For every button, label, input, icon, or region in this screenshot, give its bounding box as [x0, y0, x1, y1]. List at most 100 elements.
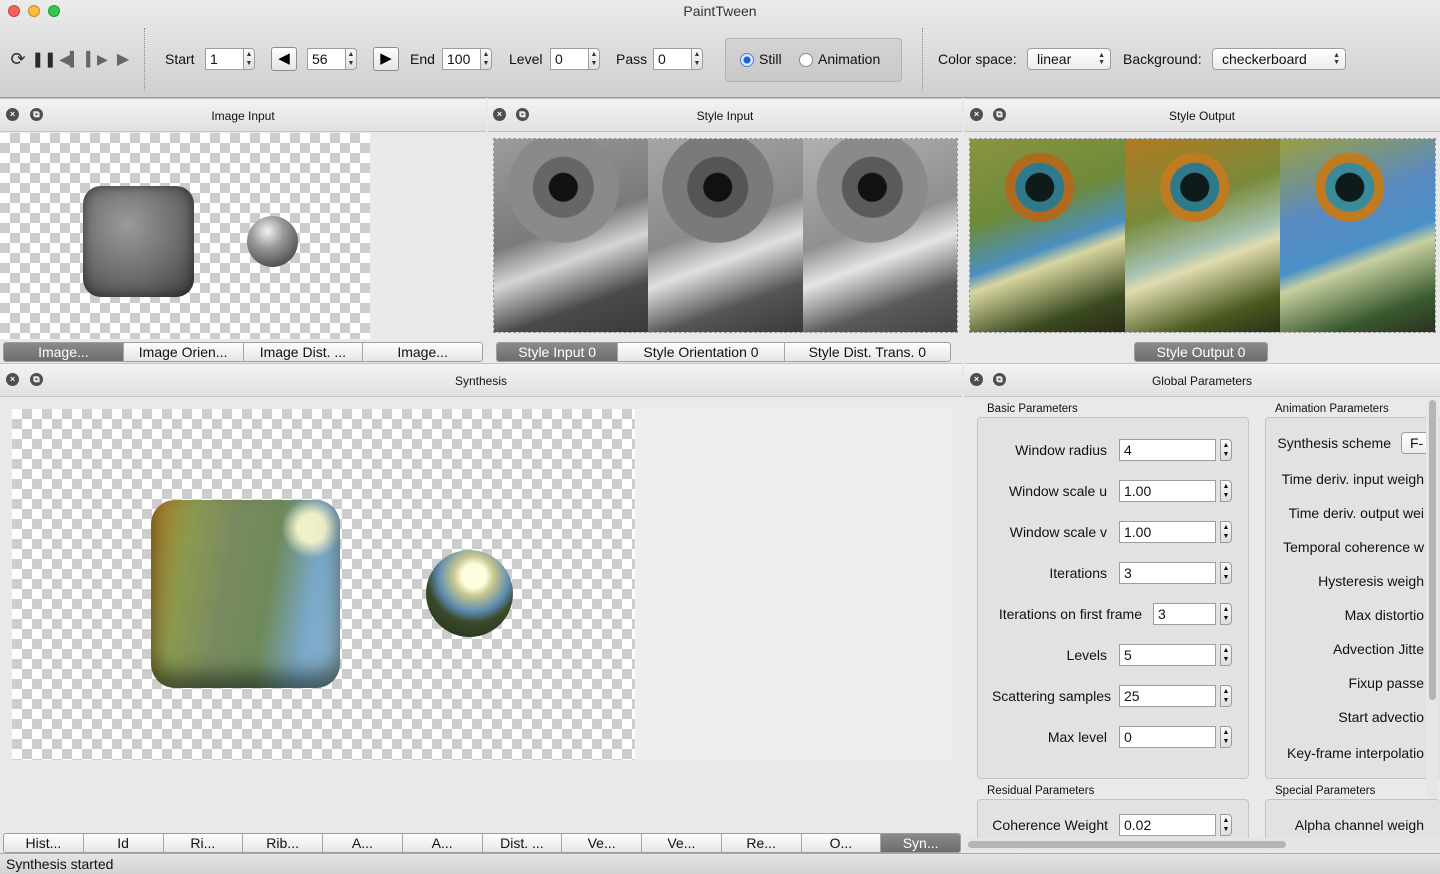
- tab-style-distance[interactable]: Style Dist. Trans. 0: [785, 343, 950, 361]
- synthesis-scheme-value: F-: [1410, 435, 1424, 451]
- tab-id[interactable]: Id: [84, 834, 164, 852]
- panel-title: Style Output: [1168, 109, 1236, 123]
- level-field[interactable]: 0: [550, 48, 588, 70]
- window-scale-u-field[interactable]: 1.00: [1119, 480, 1216, 502]
- previous-frame-button[interactable]: ◀: [271, 47, 297, 71]
- tab-ri[interactable]: Ri...: [164, 834, 244, 852]
- stepper-arrows-icon[interactable]: ▲ ▼: [480, 48, 492, 70]
- stepper-arrows-icon[interactable]: ▲ ▼: [588, 48, 600, 70]
- window-scale-u-label: Window scale u: [1008, 483, 1107, 499]
- style-color-image: [1125, 139, 1280, 332]
- style-input-tabs: Style Input 0 Style Orientation 0 Style …: [496, 342, 951, 362]
- start-label: Start: [165, 51, 195, 67]
- stepper-arrows-icon[interactable]: ▲ ▼: [1220, 814, 1232, 836]
- vertical-scrollbar-thumb[interactable]: [1429, 400, 1436, 700]
- vertical-scrollbar[interactable]: [1426, 398, 1438, 843]
- status-bar: Synthesis started: [0, 853, 1440, 874]
- basic-parameters-title: Basic Parameters: [987, 403, 1078, 415]
- refresh-icon[interactable]: ⟳: [7, 48, 29, 70]
- tab-style-output[interactable]: Style Output 0: [1135, 343, 1267, 361]
- horizontal-scrollbar-thumb[interactable]: [968, 841, 1286, 848]
- step-back-icon[interactable]: ◀▍: [59, 48, 81, 70]
- tab-a2[interactable]: A...: [403, 834, 483, 852]
- max-level-field[interactable]: 0: [1119, 726, 1216, 748]
- color-space-value: linear: [1037, 51, 1072, 67]
- still-radio[interactable]: [740, 53, 754, 67]
- window-toolbar: PaintTween ⟳ ❚❚ ◀▍ ▍▶ ▶ Start 1 ▲ ▼ ◀ 56 …: [0, 0, 1440, 98]
- end-stepper[interactable]: 100 ▲ ▼: [442, 48, 492, 70]
- tab-image-distance[interactable]: Image Dist. ...: [244, 343, 364, 361]
- level-stepper[interactable]: 0 ▲ ▼: [550, 48, 600, 70]
- iterations-first-frame-field[interactable]: 3: [1153, 603, 1216, 625]
- coherence-weight-field[interactable]: 0.02: [1119, 814, 1216, 836]
- color-space-select[interactable]: linear ▲ ▼: [1027, 48, 1111, 70]
- tab-re[interactable]: Re...: [722, 834, 802, 852]
- iterations-field[interactable]: 3: [1119, 562, 1216, 584]
- window-radius-field[interactable]: 4: [1119, 439, 1216, 461]
- image-input-tabs: Image... Image Orien... Image Dist. ... …: [3, 342, 483, 362]
- animation-radio[interactable]: [799, 53, 813, 67]
- stepper-arrows-icon[interactable]: ▲ ▼: [1220, 439, 1232, 461]
- keyframe-interpolation-label: Key-frame interpolatio: [1287, 745, 1424, 761]
- next-frame-button[interactable]: ▶: [373, 47, 399, 71]
- background-select[interactable]: checkerboard ▲ ▼: [1212, 48, 1346, 70]
- toolbar-separator: [144, 28, 145, 90]
- stepper-arrows-icon[interactable]: ▲ ▼: [345, 48, 357, 70]
- tab-rib[interactable]: Rib...: [243, 834, 323, 852]
- tab-style-input[interactable]: Style Input 0: [497, 343, 619, 361]
- horizontal-scrollbar[interactable]: [964, 838, 1440, 851]
- pass-field[interactable]: 0: [653, 48, 691, 70]
- synthesis-viewport[interactable]: [12, 409, 952, 760]
- stepper-arrows-icon[interactable]: ▲ ▼: [243, 48, 255, 70]
- tab-image[interactable]: Image...: [4, 343, 124, 361]
- scattering-samples-field[interactable]: 25: [1119, 685, 1216, 707]
- start-advection-label: Start advectio: [1338, 709, 1424, 725]
- stepper-arrows-icon[interactable]: ▲ ▼: [1220, 726, 1232, 748]
- tab-ve1[interactable]: Ve...: [562, 834, 642, 852]
- toolbar-separator: [922, 28, 923, 90]
- animation-label[interactable]: Animation: [818, 51, 880, 67]
- still-label[interactable]: Still: [759, 51, 782, 67]
- style-grayscale-image: [648, 139, 803, 332]
- pass-stepper[interactable]: 0 ▲ ▼: [653, 48, 703, 70]
- style-color-image: [1280, 139, 1435, 332]
- stepper-arrows-icon[interactable]: ▲ ▼: [1220, 685, 1232, 707]
- tab-image-other[interactable]: Image...: [363, 343, 482, 361]
- tab-image-orientation[interactable]: Image Orien...: [124, 343, 244, 361]
- stepper-arrows-icon[interactable]: ▲ ▼: [1220, 644, 1232, 666]
- stepper-arrows-icon[interactable]: ▲ ▼: [1220, 603, 1232, 625]
- frame-field[interactable]: 56: [307, 48, 345, 70]
- end-field[interactable]: 100: [442, 48, 480, 70]
- stepper-arrows-icon[interactable]: ▲ ▼: [1220, 480, 1232, 502]
- stepper-arrows-icon[interactable]: ▲ ▼: [1220, 521, 1232, 543]
- time-deriv-input-label: Time deriv. input weigh: [1281, 471, 1424, 487]
- image-input-canvas[interactable]: [0, 133, 370, 339]
- image-input-panel: × ⧉ Image Input Image... Image Orien... …: [0, 98, 486, 363]
- tab-histogram[interactable]: Hist...: [4, 834, 84, 852]
- synthesis-canvas[interactable]: [12, 409, 635, 760]
- start-field[interactable]: 1: [205, 48, 243, 70]
- step-forward-icon[interactable]: ▍▶: [86, 48, 108, 70]
- play-icon[interactable]: ▶: [112, 48, 134, 70]
- style-input-canvas[interactable]: [493, 138, 958, 333]
- style-output-canvas[interactable]: [969, 138, 1436, 333]
- tab-ve2[interactable]: Ve...: [642, 834, 722, 852]
- status-text: Synthesis started: [6, 856, 114, 872]
- stepper-arrows-icon[interactable]: ▲ ▼: [691, 48, 703, 70]
- tab-distance[interactable]: Dist. ...: [483, 834, 563, 852]
- levels-field[interactable]: 5: [1119, 644, 1216, 666]
- stepper-arrows-icon[interactable]: ▲ ▼: [1220, 562, 1232, 584]
- temporal-coherence-label: Temporal coherence w: [1283, 539, 1424, 555]
- tab-synthesis[interactable]: Syn...: [881, 834, 960, 852]
- window-scale-v-field[interactable]: 1.00: [1119, 521, 1216, 543]
- frame-stepper[interactable]: 56 ▲ ▼: [307, 48, 357, 70]
- fixup-passes-label: Fixup passe: [1348, 675, 1424, 691]
- tab-a1[interactable]: A...: [323, 834, 403, 852]
- tab-o[interactable]: O...: [802, 834, 882, 852]
- tab-style-orientation[interactable]: Style Orientation 0: [618, 343, 785, 361]
- style-input-panel: × ⧉ Style Input Style Input 0 Style Orie…: [488, 98, 962, 363]
- sphere-shape: [247, 216, 298, 267]
- pause-icon[interactable]: ❚❚: [31, 48, 56, 70]
- start-stepper[interactable]: 1 ▲ ▼: [205, 48, 255, 70]
- iterations-label: Iterations: [1049, 565, 1107, 581]
